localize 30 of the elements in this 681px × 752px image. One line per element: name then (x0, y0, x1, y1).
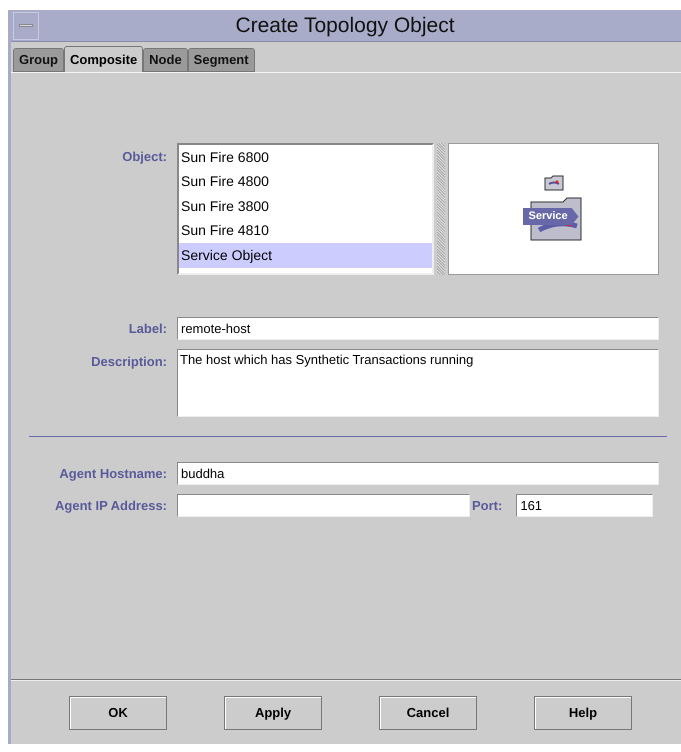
splitter-handle[interactable] (437, 143, 445, 275)
tab[interactable]: Group (13, 48, 64, 72)
port-field[interactable]: 161 (516, 494, 654, 517)
field-label: Port: (472, 496, 502, 515)
list-item[interactable]: Service Object (179, 243, 432, 268)
window-title: Create Topology Object (234, 12, 456, 39)
field-label: Label: (128, 320, 167, 338)
field-label: Description: (91, 353, 167, 371)
tab[interactable]: Segment (188, 48, 255, 72)
tab[interactable]: Node (143, 48, 188, 72)
field-label: Object: (122, 148, 167, 166)
field-label: Agent Hostname: (59, 464, 167, 483)
dialog-button[interactable]: OK (69, 696, 167, 730)
tab[interactable]: Composite (64, 46, 144, 72)
list-item[interactable]: Sun Fire 4800 (179, 170, 432, 194)
small-folder-icon (542, 174, 564, 192)
field-label: Agent IP Address: (55, 496, 167, 515)
label-field[interactable]: remote-host (177, 317, 659, 340)
dialog-button[interactable]: Help (534, 696, 632, 730)
description-field[interactable]: The host which has Synthetic Transactions running (177, 349, 659, 417)
list-item[interactable]: Sun Fire 3800 (179, 194, 432, 218)
list-item[interactable]: Sun Fire 4810 (179, 218, 432, 243)
hostname-field[interactable]: buddha (177, 462, 659, 485)
dialog-button[interactable]: Cancel (379, 696, 477, 730)
list-item[interactable]: Sun Fire 6800 (179, 145, 432, 170)
dialog-button[interactable]: Apply (224, 696, 322, 730)
minus-icon (19, 24, 33, 27)
window-menu-button[interactable] (13, 12, 39, 40)
object-list[interactable]: Sun Fire 6800 Sun Fire 4800 Sun Fire 3800 Sun Fire 4810 Service Object (177, 143, 434, 275)
ip-address-field[interactable] (177, 494, 470, 517)
